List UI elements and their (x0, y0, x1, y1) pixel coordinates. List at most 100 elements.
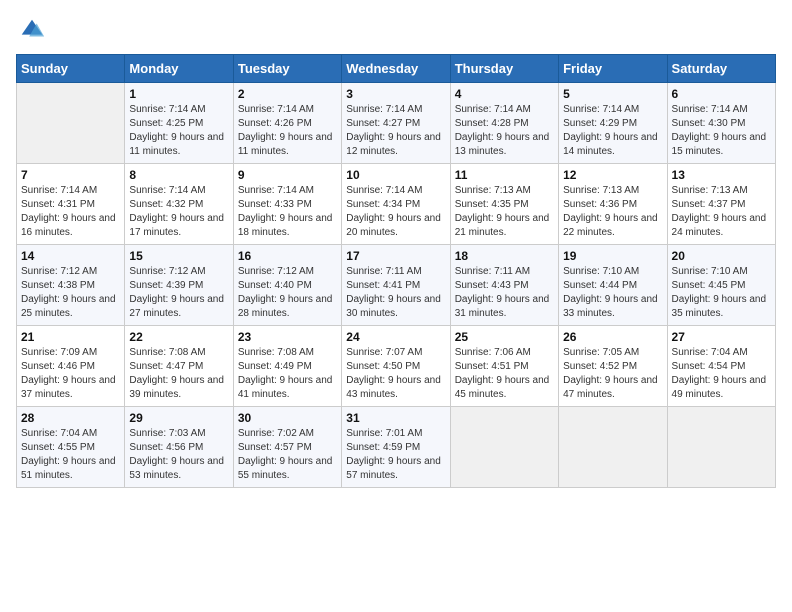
weekday-header: Monday (125, 55, 233, 83)
day-number: 24 (346, 330, 445, 344)
day-detail: Sunrise: 7:14 AMSunset: 4:28 PMDaylight:… (455, 103, 554, 159)
calendar-cell: 21 Sunrise: 7:09 AMSunset: 4:46 PMDaylig… (17, 326, 125, 407)
calendar-week-row: 28 Sunrise: 7:04 AMSunset: 4:55 PMDaylig… (17, 407, 776, 488)
day-number: 11 (455, 168, 554, 182)
day-number: 10 (346, 168, 445, 182)
calendar-cell (17, 83, 125, 164)
calendar-cell: 10 Sunrise: 7:14 AMSunset: 4:34 PMDaylig… (342, 164, 450, 245)
day-number: 12 (563, 168, 662, 182)
calendar-cell: 20 Sunrise: 7:10 AMSunset: 4:45 PMDaylig… (667, 245, 775, 326)
calendar-cell: 28 Sunrise: 7:04 AMSunset: 4:55 PMDaylig… (17, 407, 125, 488)
calendar-cell: 3 Sunrise: 7:14 AMSunset: 4:27 PMDayligh… (342, 83, 450, 164)
day-detail: Sunrise: 7:12 AMSunset: 4:38 PMDaylight:… (21, 265, 120, 321)
calendar-cell (450, 407, 558, 488)
day-number: 4 (455, 87, 554, 101)
calendar-cell: 2 Sunrise: 7:14 AMSunset: 4:26 PMDayligh… (233, 83, 341, 164)
day-number: 3 (346, 87, 445, 101)
day-detail: Sunrise: 7:08 AMSunset: 4:47 PMDaylight:… (129, 346, 228, 402)
day-number: 16 (238, 249, 337, 263)
calendar-cell: 4 Sunrise: 7:14 AMSunset: 4:28 PMDayligh… (450, 83, 558, 164)
day-detail: Sunrise: 7:14 AMSunset: 4:32 PMDaylight:… (129, 184, 228, 240)
day-number: 30 (238, 411, 337, 425)
logo-icon (18, 16, 46, 44)
logo (16, 16, 46, 44)
day-number: 20 (672, 249, 771, 263)
weekday-header: Friday (559, 55, 667, 83)
day-number: 9 (238, 168, 337, 182)
day-detail: Sunrise: 7:14 AMSunset: 4:26 PMDaylight:… (238, 103, 337, 159)
day-number: 26 (563, 330, 662, 344)
calendar-cell: 11 Sunrise: 7:13 AMSunset: 4:35 PMDaylig… (450, 164, 558, 245)
weekday-header: Wednesday (342, 55, 450, 83)
calendar-cell: 30 Sunrise: 7:02 AMSunset: 4:57 PMDaylig… (233, 407, 341, 488)
day-detail: Sunrise: 7:09 AMSunset: 4:46 PMDaylight:… (21, 346, 120, 402)
day-number: 8 (129, 168, 228, 182)
day-detail: Sunrise: 7:11 AMSunset: 4:43 PMDaylight:… (455, 265, 554, 321)
weekday-header-row: SundayMondayTuesdayWednesdayThursdayFrid… (17, 55, 776, 83)
calendar-cell: 17 Sunrise: 7:11 AMSunset: 4:41 PMDaylig… (342, 245, 450, 326)
day-number: 17 (346, 249, 445, 263)
day-number: 27 (672, 330, 771, 344)
calendar-cell: 9 Sunrise: 7:14 AMSunset: 4:33 PMDayligh… (233, 164, 341, 245)
calendar-week-row: 1 Sunrise: 7:14 AMSunset: 4:25 PMDayligh… (17, 83, 776, 164)
day-number: 14 (21, 249, 120, 263)
day-number: 23 (238, 330, 337, 344)
day-detail: Sunrise: 7:14 AMSunset: 4:33 PMDaylight:… (238, 184, 337, 240)
day-number: 7 (21, 168, 120, 182)
day-number: 28 (21, 411, 120, 425)
day-detail: Sunrise: 7:14 AMSunset: 4:34 PMDaylight:… (346, 184, 445, 240)
calendar-table: SundayMondayTuesdayWednesdayThursdayFrid… (16, 54, 776, 488)
day-number: 25 (455, 330, 554, 344)
day-detail: Sunrise: 7:08 AMSunset: 4:49 PMDaylight:… (238, 346, 337, 402)
day-detail: Sunrise: 7:07 AMSunset: 4:50 PMDaylight:… (346, 346, 445, 402)
calendar-cell: 18 Sunrise: 7:11 AMSunset: 4:43 PMDaylig… (450, 245, 558, 326)
day-number: 13 (672, 168, 771, 182)
calendar-cell (667, 407, 775, 488)
day-detail: Sunrise: 7:14 AMSunset: 4:29 PMDaylight:… (563, 103, 662, 159)
day-detail: Sunrise: 7:13 AMSunset: 4:35 PMDaylight:… (455, 184, 554, 240)
calendar-cell: 7 Sunrise: 7:14 AMSunset: 4:31 PMDayligh… (17, 164, 125, 245)
day-number: 29 (129, 411, 228, 425)
day-detail: Sunrise: 7:01 AMSunset: 4:59 PMDaylight:… (346, 427, 445, 483)
calendar-cell: 5 Sunrise: 7:14 AMSunset: 4:29 PMDayligh… (559, 83, 667, 164)
calendar-cell: 24 Sunrise: 7:07 AMSunset: 4:50 PMDaylig… (342, 326, 450, 407)
day-detail: Sunrise: 7:05 AMSunset: 4:52 PMDaylight:… (563, 346, 662, 402)
day-detail: Sunrise: 7:14 AMSunset: 4:30 PMDaylight:… (672, 103, 771, 159)
calendar-cell: 27 Sunrise: 7:04 AMSunset: 4:54 PMDaylig… (667, 326, 775, 407)
calendar-cell: 19 Sunrise: 7:10 AMSunset: 4:44 PMDaylig… (559, 245, 667, 326)
calendar-cell: 23 Sunrise: 7:08 AMSunset: 4:49 PMDaylig… (233, 326, 341, 407)
day-number: 2 (238, 87, 337, 101)
calendar-week-row: 21 Sunrise: 7:09 AMSunset: 4:46 PMDaylig… (17, 326, 776, 407)
day-detail: Sunrise: 7:10 AMSunset: 4:44 PMDaylight:… (563, 265, 662, 321)
day-number: 5 (563, 87, 662, 101)
day-number: 21 (21, 330, 120, 344)
day-detail: Sunrise: 7:13 AMSunset: 4:37 PMDaylight:… (672, 184, 771, 240)
day-detail: Sunrise: 7:11 AMSunset: 4:41 PMDaylight:… (346, 265, 445, 321)
day-detail: Sunrise: 7:12 AMSunset: 4:40 PMDaylight:… (238, 265, 337, 321)
calendar-cell: 31 Sunrise: 7:01 AMSunset: 4:59 PMDaylig… (342, 407, 450, 488)
day-number: 6 (672, 87, 771, 101)
weekday-header: Thursday (450, 55, 558, 83)
day-detail: Sunrise: 7:04 AMSunset: 4:55 PMDaylight:… (21, 427, 120, 483)
weekday-header: Sunday (17, 55, 125, 83)
day-detail: Sunrise: 7:12 AMSunset: 4:39 PMDaylight:… (129, 265, 228, 321)
day-detail: Sunrise: 7:04 AMSunset: 4:54 PMDaylight:… (672, 346, 771, 402)
calendar-cell: 13 Sunrise: 7:13 AMSunset: 4:37 PMDaylig… (667, 164, 775, 245)
day-number: 1 (129, 87, 228, 101)
calendar-cell: 14 Sunrise: 7:12 AMSunset: 4:38 PMDaylig… (17, 245, 125, 326)
day-detail: Sunrise: 7:14 AMSunset: 4:27 PMDaylight:… (346, 103, 445, 159)
calendar-cell: 29 Sunrise: 7:03 AMSunset: 4:56 PMDaylig… (125, 407, 233, 488)
calendar-cell: 26 Sunrise: 7:05 AMSunset: 4:52 PMDaylig… (559, 326, 667, 407)
calendar-cell: 12 Sunrise: 7:13 AMSunset: 4:36 PMDaylig… (559, 164, 667, 245)
calendar-cell (559, 407, 667, 488)
day-number: 15 (129, 249, 228, 263)
day-detail: Sunrise: 7:02 AMSunset: 4:57 PMDaylight:… (238, 427, 337, 483)
calendar-cell: 8 Sunrise: 7:14 AMSunset: 4:32 PMDayligh… (125, 164, 233, 245)
day-detail: Sunrise: 7:13 AMSunset: 4:36 PMDaylight:… (563, 184, 662, 240)
calendar-cell: 15 Sunrise: 7:12 AMSunset: 4:39 PMDaylig… (125, 245, 233, 326)
calendar-week-row: 14 Sunrise: 7:12 AMSunset: 4:38 PMDaylig… (17, 245, 776, 326)
day-number: 18 (455, 249, 554, 263)
calendar-week-row: 7 Sunrise: 7:14 AMSunset: 4:31 PMDayligh… (17, 164, 776, 245)
day-detail: Sunrise: 7:14 AMSunset: 4:31 PMDaylight:… (21, 184, 120, 240)
day-detail: Sunrise: 7:03 AMSunset: 4:56 PMDaylight:… (129, 427, 228, 483)
